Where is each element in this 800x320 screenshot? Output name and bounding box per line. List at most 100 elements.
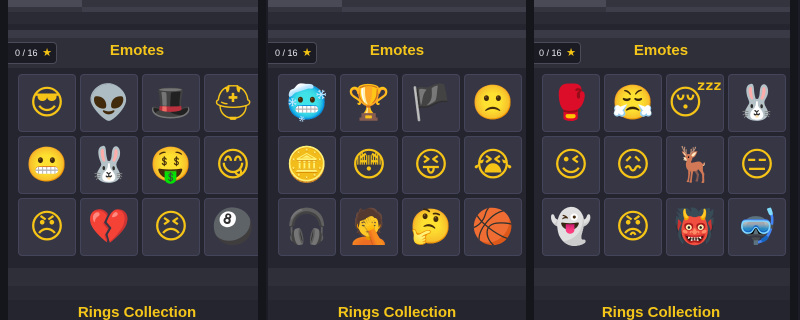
panel-bottom-band (268, 268, 526, 286)
emote-trophy-icon: 🏆 (347, 83, 391, 123)
panel-section-bar (268, 30, 526, 38)
panel-bottom-band (8, 268, 266, 286)
panel-bottom-band-secondary (8, 286, 266, 300)
emote-diver-icon: 🤿 (735, 207, 779, 247)
emote-tile[interactable]: 🪙 (278, 136, 336, 194)
emote-glasses-icon: 😎 (29, 83, 65, 123)
emote-tile[interactable]: 🤦 (340, 198, 398, 256)
emote-frozen-icon: 🥶 (285, 83, 329, 123)
emote-thinking-icon: 🤔 (409, 207, 453, 247)
emote-cue-icon: 😝 (413, 145, 449, 185)
emote-wink-icon: 😉 (553, 145, 589, 185)
emote-tile[interactable]: 🦌 (666, 136, 724, 194)
emote-tile[interactable]: 😑 (728, 136, 786, 194)
emote-tile[interactable]: 😖 (604, 136, 662, 194)
emote-tile[interactable]: 🙁 (464, 74, 522, 132)
emote-eight-ball-icon: 🎱 (211, 207, 255, 247)
emote-angry-icon: 😣 (153, 207, 189, 247)
emote-tile[interactable]: 🤔 (402, 198, 460, 256)
emotes-title: Emotes (109, 42, 165, 59)
emote-magician-icon: 🐰 (87, 145, 131, 185)
emote-chef-icon: 😋 (215, 145, 251, 185)
emote-tile[interactable]: 😡 (604, 198, 662, 256)
emote-helmet-icon: ⛑ (211, 83, 255, 123)
emote-nervous-icon: 😬 (25, 145, 69, 185)
panel-section-bar (8, 30, 266, 38)
emote-tile[interactable]: 😣 (142, 198, 200, 256)
emotes-title: Emotes (633, 42, 689, 59)
rings-collection-title: Rings Collection (601, 304, 721, 320)
panel-divider (790, 0, 798, 320)
emote-treasure-icon: 🪙 (285, 145, 329, 185)
emote-reindeer-icon: 🦌 (673, 145, 717, 185)
emotes-panel: 0 / 16 ★ Emotes 😎 👽 🎩 ⛑ 😬 🐰 🤑 😋 😠 💔 😣 🎱 Rings Collectio… (8, 0, 266, 320)
panel-top-strip (532, 0, 606, 7)
panel-bottom-band-secondary (268, 286, 526, 300)
emote-headset-icon: 😡 (615, 207, 651, 247)
emote-tile[interactable]: 👻 (542, 198, 600, 256)
emote-tile[interactable]: 🎩 (142, 74, 200, 132)
emote-tile[interactable]: 😝 (402, 136, 460, 194)
emote-tophat-icon: 🎩 (149, 83, 193, 123)
rings-collection-title: Rings Collection (337, 304, 457, 320)
emote-scared-icon: 😖 (615, 145, 651, 185)
emote-tile[interactable]: 😤 (604, 74, 662, 132)
emote-tile[interactable]: 🎧 (278, 198, 336, 256)
emote-tile[interactable]: 🥶 (278, 74, 336, 132)
emote-tile[interactable]: 🏆 (340, 74, 398, 132)
emote-tile[interactable]: 👹 (666, 198, 724, 256)
emote-tile[interactable]: 🏴 (402, 74, 460, 132)
emote-headband-icon: 😤 (611, 83, 655, 123)
emote-tile[interactable]: 💔 (80, 198, 138, 256)
emote-tile[interactable]: 🤑 (142, 136, 200, 194)
emotes-grid: 😎 👽 🎩 ⛑ 😬 🐰 🤑 😋 😠 💔 😣 🎱 (18, 74, 262, 260)
emote-tile[interactable]: 😴 (666, 74, 724, 132)
emote-tile[interactable]: 😳 (340, 136, 398, 194)
emote-tile[interactable]: 🐰 (728, 74, 786, 132)
emote-tile[interactable]: ⛑ (204, 74, 262, 132)
emote-bunny-icon: 🐰 (735, 83, 779, 123)
panel-top-strip (268, 0, 342, 7)
panel-divider (258, 0, 266, 320)
emote-tile[interactable]: 😬 (18, 136, 76, 194)
emote-facepalm-icon: 🤦 (347, 207, 391, 247)
emote-tile[interactable]: 😉 (542, 136, 600, 194)
emote-money-icon: 🤑 (149, 145, 193, 185)
emotes-title-row: 0 / 16 ★ Emotes (8, 38, 266, 68)
emote-tile[interactable]: 🥊 (542, 74, 600, 132)
emote-broken-heart-icon: 💔 (87, 207, 131, 247)
panel-divider (0, 0, 8, 320)
panel-header-bar (268, 12, 526, 24)
emote-tile[interactable]: 😠 (18, 198, 76, 256)
emote-tile[interactable]: 😋 (204, 136, 262, 194)
emote-ghost-icon: 👻 (549, 207, 593, 247)
emotes-panel: 0 / 16 ★ Emotes 🥊 😤 😴 🐰 😉 😖 🦌 😑 👻 😡 👹 🤿 Rings Collectio… (532, 0, 790, 320)
emote-shocked-icon: 😳 (351, 145, 387, 185)
emote-alien-icon: 👽 (87, 83, 131, 123)
panel-bottom-band-secondary (532, 286, 790, 300)
panel-header-bar (532, 12, 790, 24)
emote-pirate-icon: 🏴 (409, 83, 453, 123)
emotes-grid: 🥊 😤 😴 🐰 😉 😖 🦌 😑 👻 😡 👹 🤿 (542, 74, 786, 260)
emote-crying-icon: 😭 (473, 145, 513, 185)
emote-basketball-icon: 🏀 (471, 207, 515, 247)
emote-boxing-icon: 🥊 (549, 83, 593, 123)
panel-top-strip (8, 0, 82, 7)
emote-tile[interactable]: 🐰 (80, 136, 138, 194)
panel-divider (526, 0, 534, 320)
emote-tile[interactable]: 🏀 (464, 198, 522, 256)
emote-monster-icon: 👹 (673, 207, 717, 247)
emote-tile[interactable]: 😎 (18, 74, 76, 132)
emotes-title-row: 0 / 16 ★ Emotes (532, 38, 790, 68)
emotes-grid: 🥶 🏆 🏴 🙁 🪙 😳 😝 😭 🎧 🤦 🤔 🏀 (278, 74, 522, 260)
emote-tile[interactable]: 🤿 (728, 198, 786, 256)
emote-blindfold-icon: 😑 (739, 145, 775, 185)
panel-bottom-band (532, 268, 790, 286)
panel-section-bar (532, 30, 790, 38)
emote-tile[interactable]: 👽 (80, 74, 138, 132)
emote-pirate-sad-icon: 🙁 (471, 83, 515, 123)
emote-sleepy-icon: 😴 (667, 83, 723, 123)
emote-tile[interactable]: 😭 (464, 136, 522, 194)
emote-tile[interactable]: 🎱 (204, 198, 262, 256)
emotes-title-row: 0 / 16 ★ Emotes (268, 38, 526, 68)
